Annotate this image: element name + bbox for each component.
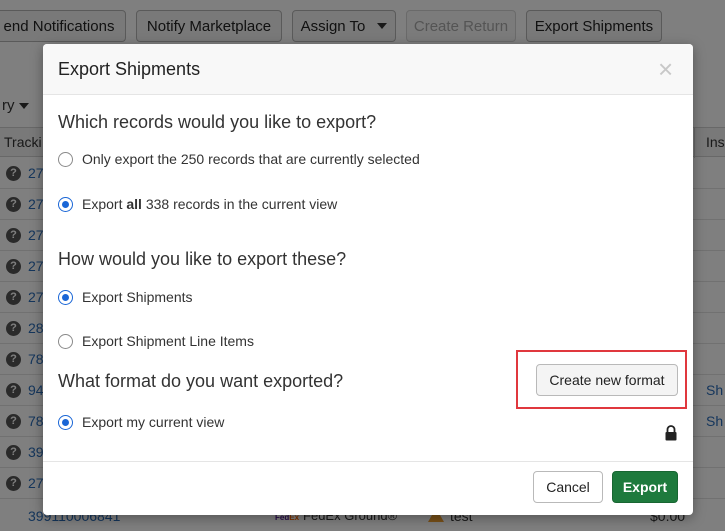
records-question: Which records would you like to export? (58, 112, 377, 132)
cancel-button[interactable]: Cancel (533, 471, 603, 503)
export-all-prefix: Export (82, 196, 127, 212)
export-label: Export (622, 479, 668, 495)
export-all-label: Export all 338 records in the current vi… (82, 196, 337, 212)
export-all-suffix: 338 records in the current view (141, 196, 338, 212)
export-all-bold: all (126, 196, 142, 212)
export-current-view-label: Export my current view (82, 414, 225, 430)
close-icon[interactable]: × (658, 56, 673, 82)
create-new-format-button[interactable]: Create new format (536, 364, 678, 396)
format-question: What format do you want exported? (58, 371, 344, 391)
modal-footer: Cancel Export (43, 461, 693, 515)
cancel-label: Cancel (546, 479, 590, 495)
export-shipments-option[interactable]: Export Shipments (58, 287, 193, 307)
export-shipments-modal: Export Shipments × Which records would y… (43, 44, 693, 515)
export-line-items-option[interactable]: Export Shipment Line Items (58, 331, 254, 351)
how-question: How would you like to export these? (58, 249, 347, 269)
create-new-format-label: Create new format (549, 372, 665, 388)
export-current-view-radio[interactable] (58, 414, 73, 430)
export-shipments-option-label: Export Shipments (82, 289, 193, 305)
export-all-option[interactable]: Export all 338 records in the current vi… (58, 194, 337, 214)
export-selected-radio[interactable] (58, 151, 73, 167)
lock-icon[interactable] (664, 425, 678, 441)
export-all-radio[interactable] (58, 196, 73, 212)
export-line-items-label: Export Shipment Line Items (82, 333, 254, 349)
export-line-items-radio[interactable] (58, 333, 73, 349)
modal-title: Export Shipments (58, 59, 201, 79)
export-shipments-radio[interactable] (58, 289, 73, 305)
export-selected-label: Only export the 250 records that are cur… (82, 151, 420, 167)
export-current-view-option[interactable]: Export my current view (58, 412, 224, 432)
modal-header: Export Shipments × (43, 44, 693, 95)
export-button[interactable]: Export (612, 471, 678, 503)
export-selected-option[interactable]: Only export the 250 records that are cur… (58, 149, 420, 169)
